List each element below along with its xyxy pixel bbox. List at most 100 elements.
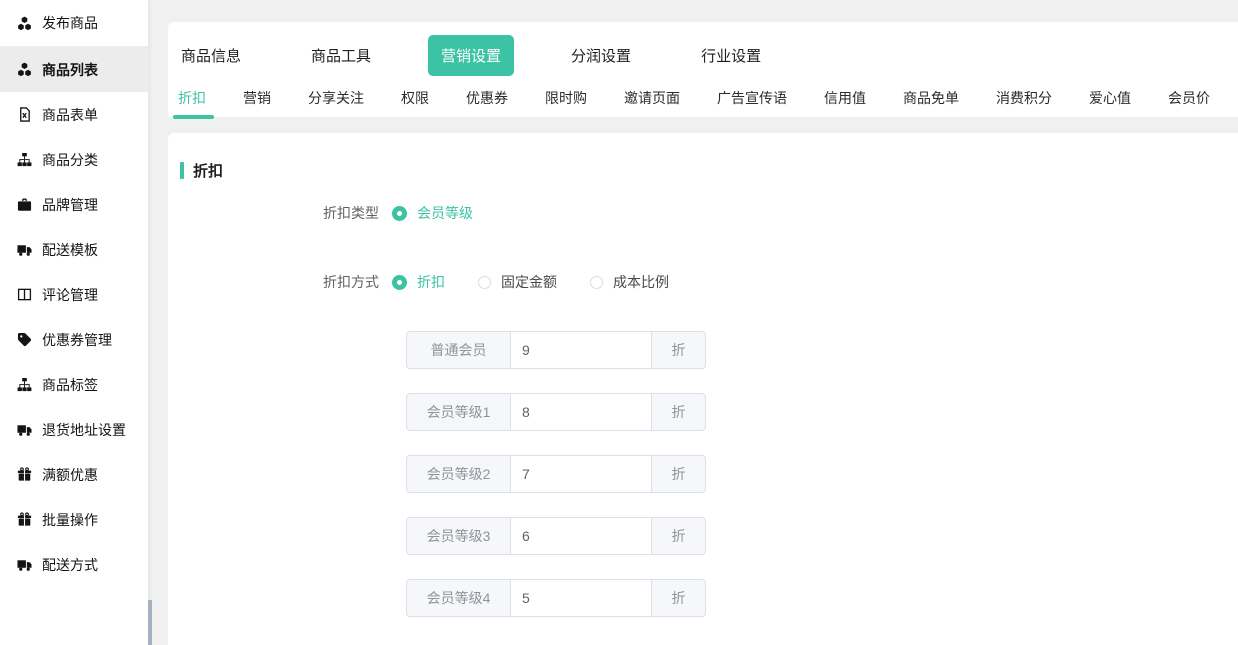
sidebar-item[interactable]: 配送方式 <box>0 542 148 587</box>
gift-icon <box>17 467 32 482</box>
main-tab[interactable]: 营销设置 <box>428 35 514 76</box>
unit-label: 折 <box>651 456 705 492</box>
sitemap-icon <box>17 377 32 392</box>
sidebar-item-label: 配送方式 <box>42 555 98 575</box>
sidebar-item-label: 商品标签 <box>42 375 98 395</box>
sub-tab[interactable]: 爱心值 <box>1089 88 1131 117</box>
discount-input-group: 会员等级1 折 <box>406 393 706 431</box>
sidebar-scrollbar-thumb[interactable] <box>148 600 152 645</box>
sub-tab[interactable]: 信用值 <box>824 88 866 117</box>
discount-value-input[interactable] <box>511 456 651 492</box>
sidebar-item[interactable]: 批量操作 <box>0 497 148 542</box>
radio-icon[interactable] <box>392 275 407 290</box>
section-title: 折扣 <box>193 160 223 181</box>
discount-input-group: 会员等级4折 <box>406 579 706 617</box>
sub-tab[interactable]: 商品免单 <box>903 88 959 117</box>
sidebar-item[interactable]: 退货地址设置 <box>0 407 148 452</box>
radio-option[interactable]: 会员等级 <box>392 203 473 223</box>
settings-tabs-card: 商品信息 商品工具 营销设置 分润设置 行业设置 折扣 营销 分享关注 权限 优惠券 限时购 邀请页… <box>168 22 1238 119</box>
sidebar-item-label: 配送模板 <box>42 240 98 260</box>
sidebar: 发布商品商品列表商品表单商品分类品牌管理配送模板评论管理优惠券管理商品标签退货地… <box>0 0 148 645</box>
sub-tab[interactable]: 折扣 <box>178 88 206 117</box>
member-level-label: 普通会员 <box>407 332 511 368</box>
sidebar-item[interactable]: 评论管理 <box>0 272 148 317</box>
radio-icon[interactable] <box>590 276 603 289</box>
sidebar-item-label: 商品分类 <box>42 150 98 170</box>
sidebar-item[interactable]: 配送模板 <box>0 227 148 272</box>
sidebar-item-label: 商品表单 <box>42 105 98 125</box>
unit-label: 折 <box>651 394 705 430</box>
sidebar-item[interactable]: 商品列表 <box>0 47 148 92</box>
radio-label: 会员等级 <box>417 203 473 223</box>
truck-icon <box>17 422 32 437</box>
sub-tab[interactable]: 会员价 <box>1168 88 1210 117</box>
radio-label: 成本比例 <box>613 272 669 292</box>
discount-input-group: 会员等级3 折 <box>406 517 706 555</box>
unit-label: 折 <box>651 332 705 368</box>
briefcase-icon <box>17 197 32 212</box>
tag-icon <box>17 332 32 347</box>
radio-icon[interactable] <box>478 276 491 289</box>
discount-form: 折扣类型 会员等级折扣方式 折扣 固定金额 成本比例 <box>168 203 1238 292</box>
main-tab[interactable]: 商品信息 <box>168 35 254 76</box>
discount-value-input[interactable] <box>511 518 651 554</box>
sub-tab[interactable]: 优惠券 <box>466 88 508 117</box>
discount-value-input[interactable] <box>511 394 651 430</box>
member-level-label: 会员等级1 <box>407 394 511 430</box>
form-row: 折扣方式 折扣 固定金额 成本比例 <box>168 272 1238 292</box>
discount-level-rows: 普通会员折会员等级1折会员等级2折会员等级3折会员等级4折 <box>406 331 1238 617</box>
unit-label: 折 <box>651 518 705 554</box>
sidebar-item-label: 评论管理 <box>42 285 98 305</box>
sidebar-item-label: 优惠券管理 <box>42 330 112 350</box>
sidebar-item-label: 满额优惠 <box>42 465 98 485</box>
sidebar-item[interactable]: 优惠券管理 <box>0 317 148 362</box>
sidebar-item[interactable]: 发布商品 <box>0 0 148 47</box>
sub-tab[interactable]: 分享关注 <box>308 88 364 117</box>
sub-tab[interactable]: 广告宣传语 <box>717 88 787 117</box>
sitemap-icon <box>17 152 32 167</box>
discount-settings-card: 折扣 折扣类型会员等级折扣方式折扣固定金额成本比例 普通会员折会员等级1折会员等… <box>168 133 1238 645</box>
radio-option[interactable]: 成本比例 <box>590 272 669 292</box>
cubes-icon <box>17 62 32 77</box>
main-tab[interactable]: 行业设置 <box>688 35 774 76</box>
form-label: 折扣方式 <box>168 272 392 292</box>
discount-input-group: 普通会员 折 <box>406 331 706 369</box>
main-tab[interactable]: 商品工具 <box>298 35 384 76</box>
sidebar-item-label: 品牌管理 <box>42 195 98 215</box>
sidebar-item[interactable]: 商品分类 <box>0 137 148 182</box>
radio-option[interactable]: 折扣 <box>392 272 445 292</box>
sidebar-item[interactable]: 商品标签 <box>0 362 148 407</box>
form-label: 折扣类型 <box>168 203 392 223</box>
sidebar-item[interactable]: 商品表单 <box>0 92 148 137</box>
sidebar-item-label: 商品列表 <box>42 60 98 80</box>
truck-icon <box>17 242 32 257</box>
sub-tab[interactable]: 权限 <box>401 88 429 117</box>
file-excel-icon <box>17 107 32 122</box>
sub-tab[interactable]: 营销 <box>243 88 271 117</box>
main-tab-bar: 商品信息 商品工具 营销设置 分润设置 行业设置 <box>168 22 1238 76</box>
sidebar-item-label: 批量操作 <box>42 510 98 530</box>
discount-value-input[interactable] <box>511 332 651 368</box>
sub-tab-bar: 折扣 营销 分享关注 权限 优惠券 限时购 邀请页面 广告宣传语 信用值 商品免单 消费积分 爱心值 会… <box>168 76 1238 119</box>
sidebar-item-label: 退货地址设置 <box>42 420 126 440</box>
member-level-label: 会员等级2 <box>407 456 511 492</box>
radio-label: 折扣 <box>417 272 445 292</box>
section-header: 折扣 <box>168 133 1238 181</box>
discount-value-input[interactable] <box>511 580 651 616</box>
main-tab[interactable]: 分润设置 <box>558 35 644 76</box>
sub-tab[interactable]: 邀请页面 <box>624 88 680 117</box>
columns-icon <box>17 287 32 302</box>
section-accent-bar <box>180 162 184 179</box>
sidebar-item[interactable]: 满额优惠 <box>0 452 148 497</box>
form-row: 折扣类型 会员等级 <box>168 203 1238 223</box>
radio-icon[interactable] <box>392 206 407 221</box>
sub-tab[interactable]: 限时购 <box>545 88 587 117</box>
truck-icon <box>17 557 32 572</box>
sub-tab[interactable]: 消费积分 <box>996 88 1052 117</box>
sidebar-item[interactable]: 品牌管理 <box>0 182 148 227</box>
member-level-label: 会员等级4 <box>407 580 511 616</box>
discount-input-group: 会员等级2 折 <box>406 455 706 493</box>
gift-icon <box>17 512 32 527</box>
radio-option[interactable]: 固定金额 <box>478 272 557 292</box>
member-level-label: 会员等级3 <box>407 518 511 554</box>
